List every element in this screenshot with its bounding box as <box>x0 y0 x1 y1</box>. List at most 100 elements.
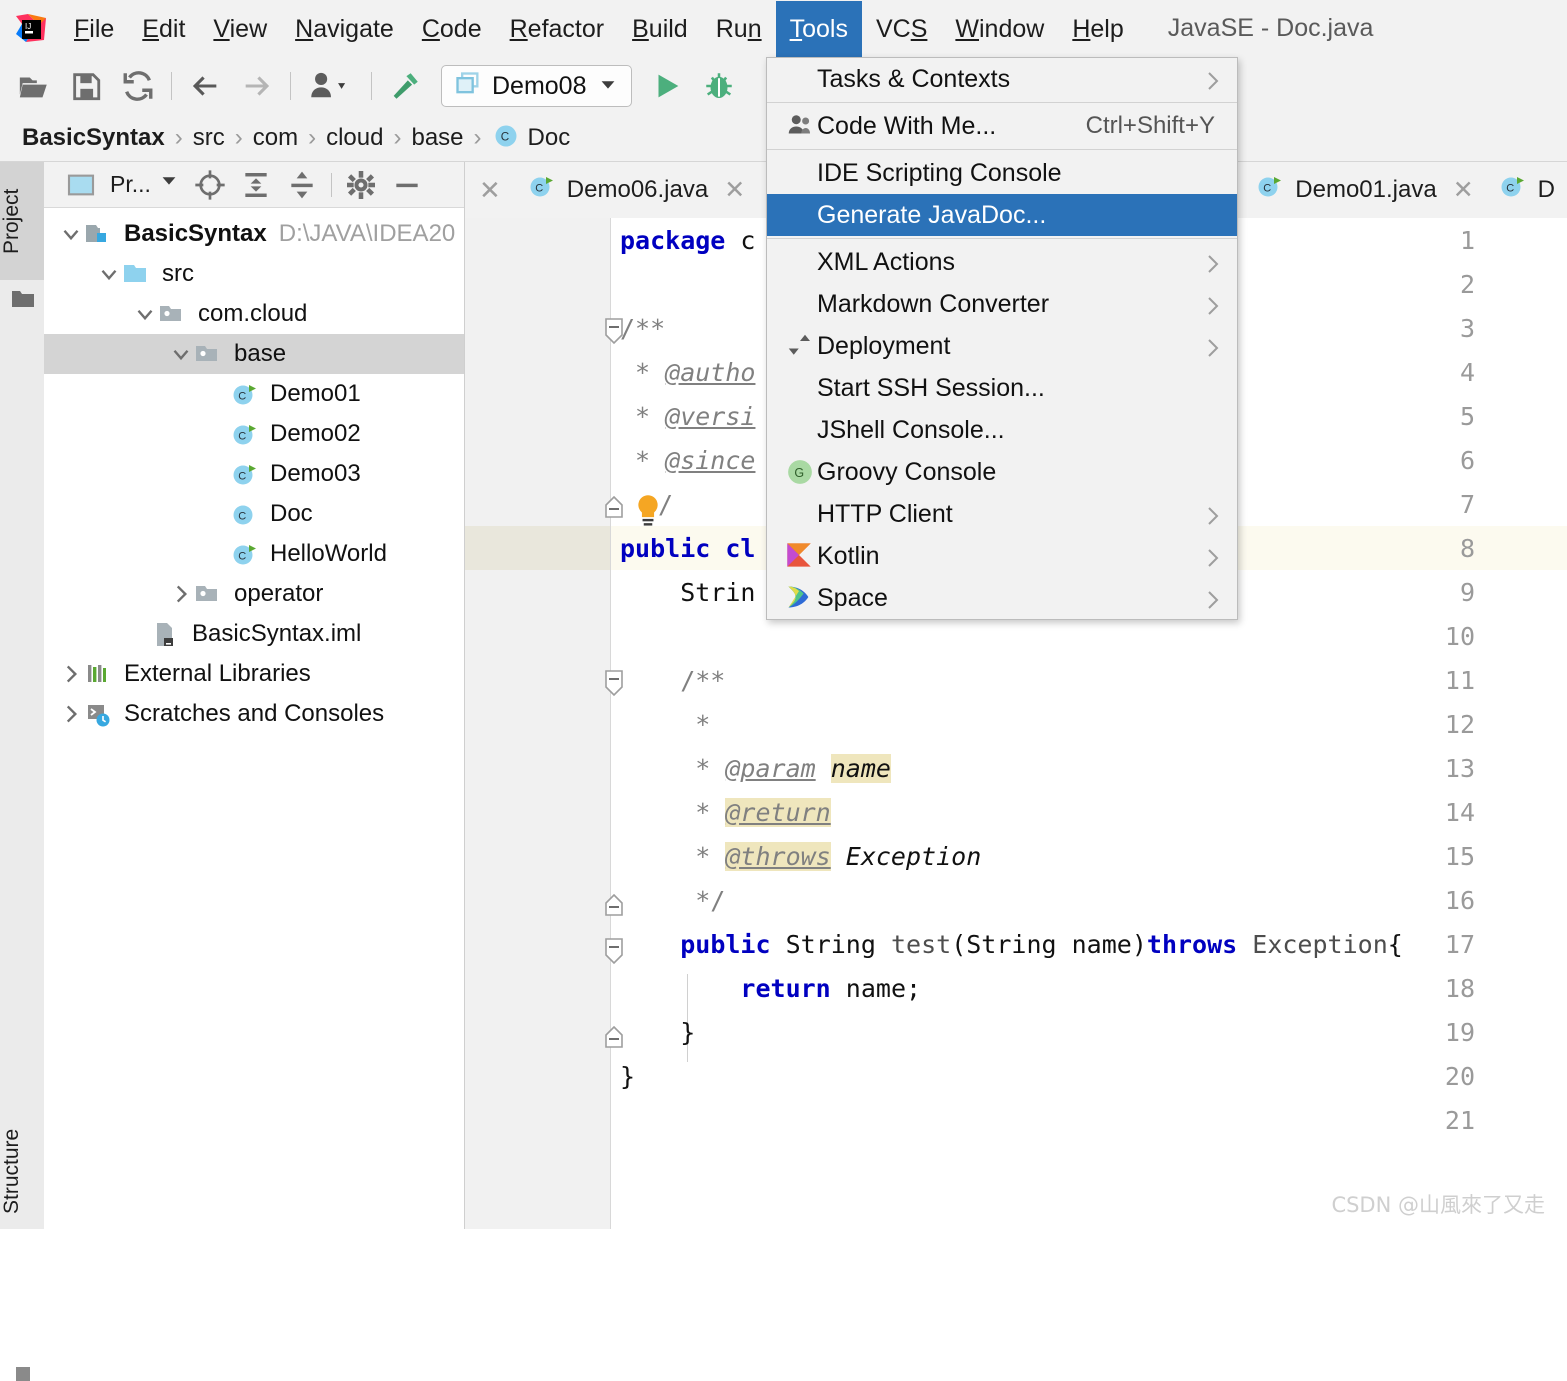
editor-tab-demo06[interactable]: C Demo06.java ✕ <box>515 162 757 218</box>
menu-build[interactable]: Build <box>618 1 702 57</box>
menu-item-tasks-and-contexts[interactable]: Tasks & Contexts <box>767 58 1237 100</box>
line-number: 18 <box>1444 974 1475 1003</box>
package-icon <box>194 341 224 367</box>
deployment-arrows-icon <box>785 331 815 361</box>
menu-item-markdown-converter[interactable]: Markdown Converter <box>767 283 1237 325</box>
tree-label-basicsyntax-iml: BasicSyntax.iml <box>192 620 362 647</box>
menu-item-http-client[interactable]: HTTP Client <box>767 493 1237 535</box>
breadcrumb-separator: › <box>473 124 482 151</box>
tree-row-basicsyntax[interactable]: BasicSyntax D:\JAVA\IDEA20 <box>44 214 464 254</box>
close-icon[interactable]: ✕ <box>724 175 745 205</box>
breadcrumb-item-cloud[interactable]: cloud <box>326 124 383 152</box>
left-tool-window-strip: Project Structure <box>0 162 45 1381</box>
chevron-down-icon[interactable] <box>597 73 619 100</box>
editor-tab-close-left-icon[interactable]: ✕ <box>465 175 515 206</box>
tree-row-doc[interactable]: C Doc <box>44 494 464 534</box>
menu-code[interactable]: Code <box>408 1 496 57</box>
tree-row-basicsyntax-iml[interactable]: BasicSyntax.iml <box>44 614 464 654</box>
menu-item-space[interactable]: Space <box>767 577 1237 619</box>
breadcrumb-item-com[interactable]: com <box>253 124 298 152</box>
close-icon[interactable]: ✕ <box>1453 175 1474 205</box>
chevron-down-icon[interactable] <box>158 169 180 201</box>
menu-item-code-with-me[interactable]: Code With Me... Ctrl+Shift+Y <box>767 105 1237 147</box>
forward-arrow-icon[interactable] <box>240 69 274 103</box>
run-play-icon[interactable] <box>650 69 684 103</box>
breadcrumb-item-base[interactable]: base <box>411 124 463 152</box>
menu-item-ide-scripting-console[interactable]: IDE Scripting Console <box>767 152 1237 194</box>
project-view-label: Pr... <box>110 171 151 197</box>
lightbulb-icon[interactable] <box>633 494 663 533</box>
menu-item-generate-javadoc[interactable]: Generate JavaDoc... <box>767 194 1237 236</box>
menu-navigate[interactable]: Navigate <box>281 1 408 57</box>
tree-row-external-libraries[interactable]: External Libraries <box>44 654 464 694</box>
java-runnable-class-icon: C <box>230 421 260 447</box>
build-hammer-icon[interactable] <box>388 69 422 103</box>
editor-gutter[interactable] <box>465 218 611 1229</box>
breadcrumb-item-src[interactable]: src <box>193 124 225 152</box>
editor-tab-label-demo01: Demo01.java <box>1295 176 1437 203</box>
menu-run[interactable]: Run <box>702 1 776 57</box>
tree-row-demo03[interactable]: C Demo03 <box>44 454 464 494</box>
chevron-right-icon[interactable] <box>58 701 84 727</box>
tree-row-helloworld[interactable]: C HelloWorld <box>44 534 464 574</box>
tree-row-scratches-and-consoles[interactable]: Scratches and Consoles <box>44 694 464 734</box>
groovy-icon: G <box>785 457 815 487</box>
open-folder-icon[interactable] <box>17 69 51 103</box>
tree-row-src[interactable]: src <box>44 254 464 294</box>
profile-dropdown-icon[interactable] <box>307 69 355 103</box>
tool-tab-structure[interactable]: Structure <box>0 1112 44 1230</box>
breadcrumb-item-basicsyntax[interactable]: BasicSyntax <box>22 124 165 152</box>
code-line-14: * @return <box>620 798 831 827</box>
menu-item-label: Kotlin <box>817 541 880 570</box>
chevron-down-icon[interactable] <box>168 341 194 367</box>
chevron-down-icon[interactable] <box>58 221 84 247</box>
menu-tools[interactable]: Tools <box>775 0 862 57</box>
menu-item-jshell-console[interactable]: JShell Console... <box>767 409 1237 451</box>
breadcrumb-item-doc[interactable]: C Doc <box>492 122 570 155</box>
project-view-icon[interactable] <box>65 169 97 201</box>
breadcrumb-separator: › <box>234 124 243 151</box>
expand-all-icon[interactable] <box>240 169 272 201</box>
menu-edit[interactable]: Edit <box>128 1 199 57</box>
menu-item-xml-actions[interactable]: XML Actions <box>767 241 1237 283</box>
sync-refresh-icon[interactable] <box>121 69 155 103</box>
tree-row-com-cloud[interactable]: com.cloud <box>44 294 464 334</box>
save-all-icon[interactable] <box>69 69 103 103</box>
tree-row-base[interactable]: base <box>44 334 464 374</box>
menu-help[interactable]: Help <box>1058 1 1137 57</box>
tree-label-basicsyntax: BasicSyntax <box>124 220 267 247</box>
favorites-folder-icon[interactable] <box>11 288 35 315</box>
gear-icon[interactable] <box>345 169 377 201</box>
run-configuration-selector[interactable]: Demo08 <box>441 65 632 107</box>
tree-row-demo01[interactable]: C Demo01 <box>44 374 464 414</box>
debug-bug-icon[interactable] <box>702 69 736 103</box>
tools-dropdown-menu[interactable]: Tasks & Contexts Code With Me... Ctrl+Sh… <box>766 57 1238 620</box>
collapse-all-icon[interactable] <box>286 169 318 201</box>
minimize-icon[interactable] <box>391 169 423 201</box>
iml-file-icon <box>152 621 182 647</box>
tree-row-demo02[interactable]: C Demo02 <box>44 414 464 454</box>
menu-file[interactable]: File <box>60 1 128 57</box>
menu-item-deployment[interactable]: Deployment <box>767 325 1237 367</box>
editor-tab-partial[interactable]: C D <box>1486 162 1567 218</box>
tree-row-operator[interactable]: operator <box>44 574 464 614</box>
space-icon <box>785 583 815 613</box>
menu-item-kotlin[interactable]: Kotlin <box>767 535 1237 577</box>
line-number: 1 <box>1459 226 1475 255</box>
chevron-down-icon[interactable] <box>132 301 158 327</box>
fold-marker-end[interactable] <box>603 495 625 518</box>
chevron-down-icon[interactable] <box>96 261 122 287</box>
chevron-right-icon[interactable] <box>168 581 194 607</box>
menu-vcs[interactable]: VCS <box>862 1 941 57</box>
scroll-from-source-icon[interactable] <box>194 169 226 201</box>
back-arrow-icon[interactable] <box>188 69 222 103</box>
menu-view[interactable]: View <box>199 1 281 57</box>
menu-item-start-ssh-session[interactable]: Start SSH Session... <box>767 367 1237 409</box>
tool-tab-project[interactable]: Project <box>0 162 44 280</box>
chevron-right-icon[interactable] <box>58 661 84 687</box>
menu-refactor[interactable]: Refactor <box>496 1 619 57</box>
editor-tab-demo01[interactable]: C Demo01.java ✕ <box>1243 162 1485 218</box>
tree-path-basicsyntax: D:\JAVA\IDEA20 <box>278 220 456 247</box>
menu-window[interactable]: Window <box>941 1 1058 57</box>
menu-item-groovy-console[interactable]: G Groovy Console <box>767 451 1237 493</box>
